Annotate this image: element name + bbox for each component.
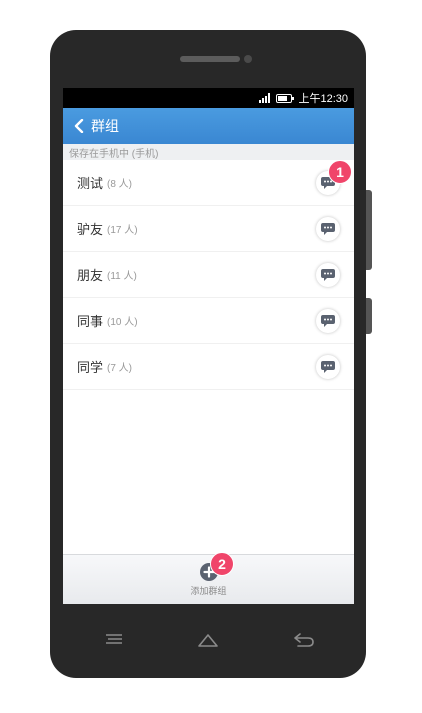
- chat-button[interactable]: [316, 262, 340, 287]
- volume-button[interactable]: [366, 190, 372, 270]
- group-count: (11 人): [107, 271, 137, 282]
- list-item[interactable]: 同学 (7 人): [63, 344, 354, 390]
- screen: 上午12:30 群组 保存在手机中 (手机) 测试 (8 人) 驴友 (17 人…: [63, 88, 354, 604]
- step-badge: 1: [328, 160, 352, 184]
- page-title: 群组: [91, 118, 119, 134]
- power-button[interactable]: [366, 298, 372, 334]
- status-bar: 上午12:30: [63, 88, 354, 108]
- navigation-bar: [50, 620, 366, 660]
- section-title: 保存在手机中 (手机): [69, 148, 159, 160]
- battery-icon: [276, 93, 295, 103]
- group-list: 测试 (8 人) 驴友 (17 人) 朋友 (11 人) 同事 (10 人) 同…: [63, 160, 354, 390]
- list-item[interactable]: 朋友 (11 人): [63, 252, 354, 298]
- chat-bubble-icon: [321, 314, 335, 327]
- group-name: 同学: [77, 360, 104, 375]
- add-group-label: 添加群组: [190, 585, 227, 596]
- status-time: 上午12:30: [298, 93, 348, 105]
- chat-bubble-icon: [321, 268, 335, 281]
- chat-button[interactable]: [316, 216, 340, 241]
- chat-bubble-icon: [321, 222, 335, 235]
- camera: [244, 55, 252, 63]
- group-name: 测试: [77, 176, 104, 191]
- chat-button[interactable]: [316, 308, 340, 333]
- signal-icon: [259, 93, 271, 103]
- group-name: 同事: [77, 314, 104, 329]
- section-header: 保存在手机中 (手机): [63, 144, 354, 160]
- group-count: (17 人): [107, 225, 138, 236]
- menu-icon[interactable]: [102, 630, 126, 650]
- group-count: (8 人): [107, 179, 133, 190]
- list-item[interactable]: 驴友 (17 人): [63, 206, 354, 252]
- group-count: (10 人): [107, 317, 138, 328]
- group-count: (7 人): [107, 363, 133, 374]
- add-group-button[interactable]: 添加群组: [63, 554, 354, 604]
- group-name: 驴友: [77, 222, 104, 237]
- group-name: 朋友: [77, 268, 104, 283]
- home-icon[interactable]: [196, 630, 220, 650]
- chat-button[interactable]: [316, 354, 340, 379]
- chevron-left-icon[interactable]: [67, 108, 91, 144]
- list-item[interactable]: 测试 (8 人): [63, 160, 354, 206]
- step-badge: 2: [210, 552, 234, 576]
- list-item[interactable]: 同事 (10 人): [63, 298, 354, 344]
- title-bar: 群组: [63, 108, 354, 144]
- chat-bubble-icon: [321, 360, 335, 373]
- speaker: [180, 56, 240, 62]
- back-arrow-icon[interactable]: [292, 630, 316, 650]
